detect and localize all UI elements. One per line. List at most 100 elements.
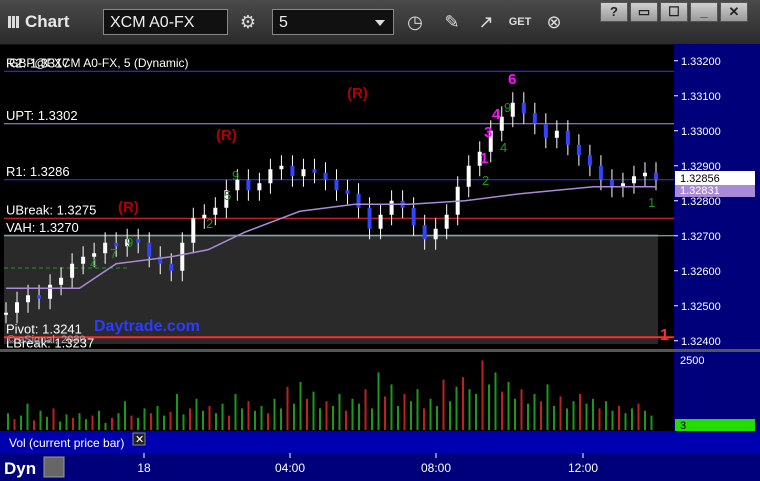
- td-buy-count: 4: [500, 140, 507, 155]
- symbol-value: XCM A0-FX: [110, 14, 195, 31]
- volume-bar: [585, 403, 588, 430]
- td-buy-count: 5: [224, 188, 231, 203]
- volume-bar: [650, 415, 653, 430]
- restore-button[interactable]: ▭: [630, 2, 658, 22]
- candle-body: [257, 183, 262, 191]
- resistance-marker: (R): [216, 127, 237, 144]
- pencil-draw-icon[interactable]: ✎: [440, 10, 464, 34]
- volume-bar: [312, 391, 315, 430]
- chevron-down-icon: [375, 20, 385, 26]
- volume-bar: [195, 398, 198, 430]
- volume-bar: [91, 415, 94, 430]
- volume-bar: [228, 415, 230, 430]
- volume-bar: [592, 398, 594, 430]
- candle-body: [532, 113, 537, 124]
- close-button[interactable]: ✕: [720, 2, 748, 22]
- symbol-combo[interactable]: XCM A0-FX: [103, 9, 228, 35]
- clock-icon[interactable]: ◷: [403, 10, 427, 34]
- y-tick-label: 1.32900: [681, 161, 721, 173]
- study-icon[interactable]: ↗: [474, 10, 498, 34]
- candle-body: [301, 169, 306, 177]
- volume-bar: [7, 413, 9, 430]
- candle-body: [565, 130, 570, 145]
- candle-body: [147, 242, 152, 257]
- volume-bar: [163, 415, 165, 430]
- volume-bar: [520, 389, 523, 430]
- candle-body: [576, 144, 581, 156]
- get-data-icon[interactable]: GET: [508, 10, 532, 34]
- volume-bar: [286, 386, 289, 430]
- volume-bar: [501, 391, 503, 430]
- interval-value: 5: [279, 14, 288, 31]
- candle-body: [103, 242, 108, 254]
- volume-bar: [202, 410, 204, 430]
- resistance-marker: (R): [118, 199, 139, 216]
- volume-bar: [475, 394, 477, 430]
- grip-icon: [8, 16, 20, 28]
- volume-bar: [390, 384, 393, 430]
- settings-gear-icon[interactable]: ⚙: [236, 10, 260, 34]
- volume-bar: [377, 372, 380, 430]
- candle-body: [323, 172, 328, 180]
- clear-icon[interactable]: ⊗: [542, 10, 566, 34]
- volume-bar: [397, 406, 399, 430]
- volume-bar: [605, 401, 607, 430]
- volume-bar: [514, 398, 516, 430]
- volume-bar: [39, 410, 42, 430]
- volume-bar: [52, 408, 55, 430]
- y-tick-label: 1.32800: [681, 196, 721, 208]
- volume-bar: [46, 416, 48, 430]
- volume-bar: [403, 394, 406, 430]
- volume-bar: [468, 389, 471, 430]
- volume-bar: [260, 406, 263, 430]
- volume-bar: [169, 412, 172, 430]
- price-axis-bg: [674, 44, 760, 481]
- time-axis-bg: [0, 453, 760, 481]
- level-label: UBreak: 1.3275: [6, 202, 96, 217]
- level-label: VAH: 1.3270: [6, 220, 79, 235]
- td-sell-count: 3: [484, 124, 492, 141]
- x-tick-label: 18: [137, 461, 151, 475]
- td-buy-count: 9: [126, 235, 133, 250]
- volume-bar: [371, 408, 373, 430]
- volume-bar: [624, 413, 627, 430]
- candle-body: [15, 302, 20, 313]
- candle-body: [334, 179, 339, 191]
- volume-bar: [338, 394, 341, 430]
- help-button[interactable]: ?: [600, 2, 628, 22]
- volume-bar: [631, 408, 633, 430]
- candle-body: [213, 207, 218, 215]
- interval-combo[interactable]: 5: [272, 9, 394, 35]
- volume-bar: [293, 403, 295, 430]
- chart-title: GBP@FXCM A0-FX, 5 (Dynamic): [9, 56, 189, 70]
- candle-body: [290, 165, 295, 177]
- volume-bar: [65, 414, 68, 430]
- candle-body: [444, 214, 449, 229]
- volume-bar: [579, 394, 581, 430]
- close-icon: ✕: [135, 434, 144, 446]
- candle-body: [136, 239, 141, 243]
- maximize-button[interactable]: ☐: [660, 2, 688, 22]
- volume-bar: [13, 419, 16, 430]
- volume-bar: [429, 398, 432, 430]
- volume-bar: [644, 410, 646, 430]
- window-title-text: Chart: [25, 12, 70, 31]
- volume-bar: [384, 396, 386, 430]
- volume-bar: [481, 360, 484, 430]
- sell-signal-1: 1: [660, 327, 669, 344]
- volume-bar: [215, 413, 217, 430]
- volume-last-text: 3: [680, 420, 686, 432]
- y-tick-label: 1.33000: [681, 126, 721, 138]
- volume-bar: [455, 386, 458, 430]
- price-chart[interactable]: R2: 1.3317UPT: 1.3302R1: 1.3286UBreak: 1…: [0, 44, 760, 481]
- minimize-button[interactable]: _: [690, 2, 718, 22]
- volume-bar: [78, 413, 81, 430]
- candle-body: [180, 242, 185, 271]
- candle-body: [510, 102, 515, 117]
- volume-bar: [559, 396, 562, 430]
- volume-bar: [137, 418, 139, 430]
- link-icon[interactable]: [43, 456, 65, 478]
- copyright-text: © eSignal, 2020: [7, 334, 85, 346]
- pane-divider[interactable]: [0, 349, 760, 352]
- volume-bar: [423, 408, 425, 430]
